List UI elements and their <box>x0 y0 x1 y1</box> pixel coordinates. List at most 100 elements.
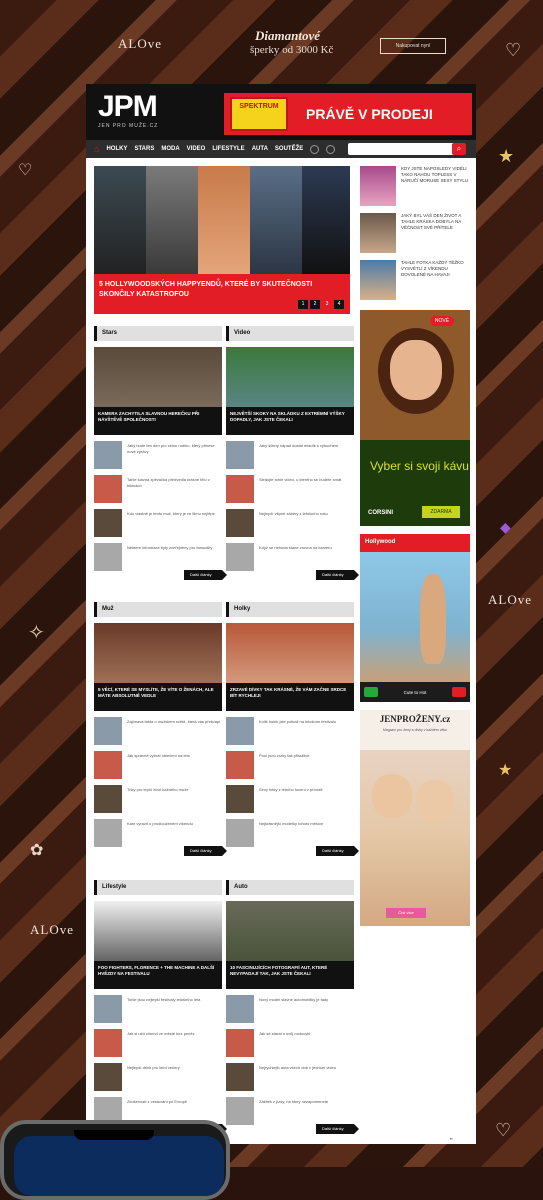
nav-item-auta[interactable]: AUTA <box>252 146 268 152</box>
section-featured-caption[interactable]: NEJVĚTŠÍ SKOKY NA SKLÁDKU Z EXTRÉMNÍ VÝŠ… <box>226 407 354 435</box>
more-articles-button[interactable]: Další články <box>316 570 359 580</box>
ad-cta-button[interactable]: Číst více <box>386 908 426 918</box>
list-item[interactable]: Sexy fotky z letního focení v přírodě <box>226 785 354 819</box>
pager-dot[interactable]: 4 <box>334 300 344 309</box>
pager-dot[interactable]: 2 <box>310 300 320 309</box>
promo-button[interactable]: Nakupovat nyní <box>380 38 446 54</box>
list-item[interactable]: Kolik holek jste potkali na letošním fes… <box>226 717 354 751</box>
alove-logo: ALOve <box>488 592 532 607</box>
site-logo-subtitle: JEN PRO MUŽE.CZ <box>98 123 159 129</box>
ad-title: JENPROŽENY.cz <box>379 714 451 724</box>
list-item[interactable]: Nejlepší vtipné záběry z letošního roku <box>226 509 354 543</box>
list-item[interactable]: KDY JSTE NAPOSLEDY VIDĚLI TAKO NAHOU TOP… <box>360 166 472 213</box>
list-item[interactable]: Proč jsou zrzky tak přitažlivé <box>226 751 354 785</box>
section-holky: Holky ZRZAVÉ DÍVKY TAK KRÁSNÉ, ŽE VÁM ZAČ… <box>226 602 359 862</box>
list-item-title: Nejlepší drink pro letní večery <box>127 1065 180 1070</box>
nav-item-video[interactable]: VIDEO <box>187 146 206 152</box>
section-featured-image[interactable]: KAMERA ZACHYTILA SLAVNOU HEREČKU PŘI NÁV… <box>94 347 222 435</box>
list-item[interactable]: Nový model slavné automobilky je tady <box>226 995 354 1029</box>
section-title[interactable]: Video <box>226 326 354 341</box>
section-list: Nový model slavné automobilky je tady Jak… <box>226 995 354 1131</box>
section-title[interactable]: Holky <box>226 602 354 617</box>
home-icon[interactable]: ⌂ <box>94 144 99 154</box>
main-nav: ⌂ HOLKY STARS MODA VIDEO LIFESTYLE AUTA … <box>86 140 476 158</box>
nav-item-souteze[interactable]: SOUTĚŽE <box>275 146 303 152</box>
box-photo-figure <box>420 574 446 664</box>
thumbnail <box>94 717 122 745</box>
section-featured-image[interactable]: ZRZAVÉ DÍVKY TAK KRÁSNÉ, ŽE VÁM ZAČNE SR… <box>226 623 354 711</box>
section-featured-image[interactable]: NEJVĚTŠÍ SKOKY NA SKLÁDKU Z EXTRÉMNÍ VÝŠ… <box>226 347 354 435</box>
list-item-title: Nejrychlejší auta všech dob v jednom vid… <box>259 1065 336 1070</box>
nav-item-lifestyle[interactable]: LIFESTYLE <box>212 146 244 152</box>
pager-dot[interactable]: 3 <box>322 300 332 309</box>
section-featured-image[interactable]: 5 VĚCÍ, KTERÉ SE MYSLÍTE, ŽE VÍTE O ŽENÁ… <box>94 623 222 711</box>
nav-item-holky[interactable]: HOLKY <box>106 146 127 152</box>
section-featured-image[interactable]: FOO FIGHTERS, FLORENCE + THE MACHINE A D… <box>94 901 222 989</box>
alove-logo: ALOve <box>30 922 74 937</box>
gem-pendant-icon: ◆ <box>500 520 511 536</box>
clover-pendant-icon: ✿ <box>30 840 44 859</box>
site-logo[interactable]: JPM <box>98 92 158 122</box>
list-item-title: Kolik holek jste potkali na letošním fes… <box>259 719 336 724</box>
thumbs-up-icon[interactable] <box>364 687 378 697</box>
list-item[interactable]: Jak se starat o svůj motocykl <box>226 1029 354 1063</box>
section-featured-caption[interactable]: FOO FIGHTERS, FLORENCE + THE MACHINE A D… <box>94 961 222 989</box>
pager-dot[interactable]: 1 <box>298 300 308 309</box>
footer-mark: ▪▪ <box>450 1136 453 1141</box>
list-item[interactable]: Tohle jsou nejlepší festivaly letošního … <box>94 995 222 1029</box>
section-featured-caption[interactable]: KAMERA ZACHYTILA SLAVNOU HEREČKU PŘI NÁV… <box>94 407 222 435</box>
list-item[interactable]: Jak si užít víkend ve městě bez peněz <box>94 1029 222 1063</box>
coffee-ad[interactable]: NOVÉ Vyber si svoji kávu CORSINI ZDARMA <box>360 310 470 526</box>
list-item[interactable]: Jaký šílený nápad dostal mladík s výbuch… <box>226 441 354 475</box>
section-title[interactable]: Lifestyle <box>94 880 222 895</box>
thumbs-down-icon[interactable] <box>451 687 466 697</box>
list-item[interactable]: JAKÝ BYL VÁŠ DEN ŽIVOT A TAHLE KRÁSKA DO… <box>360 213 472 260</box>
more-articles-button[interactable]: Další články <box>316 846 359 856</box>
search-icon[interactable]: ⌕ <box>452 143 466 155</box>
nav-item-stars[interactable]: STARS <box>134 146 154 152</box>
list-item[interactable]: Tahle slavná zpěvačka předvedla krásné t… <box>94 475 222 509</box>
thumbnail <box>226 819 254 847</box>
list-item-title: JAKÝ BYL VÁŠ DEN ŽIVOT A TAHLE KRÁSKA DO… <box>401 213 462 230</box>
more-articles-button[interactable]: Další články <box>316 1124 359 1134</box>
section-featured-caption[interactable]: 5 VĚCÍ, KTERÉ SE MYSLÍTE, ŽE VÍTE O ŽENÁ… <box>94 683 222 711</box>
header-banner-ad[interactable]: SPEKTRUM PRÁVĚ V PRODEJI <box>224 93 472 135</box>
section-title[interactable]: Stars <box>94 326 222 341</box>
list-item[interactable]: Nejlepší drink pro letní večery <box>94 1063 222 1097</box>
list-item[interactable]: Sledujte tohle video, u kterého se budet… <box>226 475 354 509</box>
hero-image <box>302 166 350 274</box>
hero-slider[interactable]: 5 HOLLYWOODSKÝCH HAPPYENDŮ, KTERÉ BY SKU… <box>94 166 350 314</box>
more-articles-button[interactable]: Další články <box>184 570 227 580</box>
thumbnail <box>94 1029 122 1057</box>
section-featured-caption[interactable]: ZRZAVÉ DÍVKY TAK KRÁSNÉ, ŽE VÁM ZAČNE SR… <box>226 683 354 711</box>
list-item[interactable]: Jaký bude ten den pro celou rodinu, kter… <box>94 441 222 475</box>
section-featured-image[interactable]: 10 FASCINUJÍCÍCH FOTOGRAFIÍ AUT, KTERÉ N… <box>226 901 354 989</box>
nav-item-moda[interactable]: MODA <box>161 146 179 152</box>
list-item[interactable]: Triky pro lepší život každého muže <box>94 785 222 819</box>
list-item-title: Jaký šílený nápad dostal mladík s výbuch… <box>259 443 339 448</box>
search-input[interactable] <box>348 143 464 155</box>
list-item-title: KDY JSTE NAPOSLEDY VIDĚLI TAKO NAHOU TOP… <box>401 166 469 183</box>
ad-brand: CORSINI <box>368 510 394 516</box>
more-articles-button[interactable]: Další články <box>184 846 227 856</box>
thumbnail <box>226 1029 254 1057</box>
jenprozeny-ad[interactable]: JENPROŽENY.cz Magazín pro ženy a dívky v… <box>360 710 470 926</box>
list-item-title: Triky pro lepší život každého muže <box>127 787 189 792</box>
list-item[interactable]: Jak správně vybrat oblečení na léto <box>94 751 222 785</box>
section-featured-caption[interactable]: 10 FASCINUJÍCÍCH FOTOGRAFIÍ AUT, KTERÉ N… <box>226 961 354 989</box>
section-title[interactable]: Muž <box>94 602 222 617</box>
facebook-icon[interactable] <box>310 144 320 154</box>
thumbnail <box>360 166 396 206</box>
list-item[interactable]: Nejrychlejší auta všech dob v jednom vid… <box>226 1063 354 1097</box>
list-item-title: Tahle slavná zpěvačka předvedla krásné t… <box>127 477 210 488</box>
section-title[interactable]: Auto <box>226 880 354 895</box>
list-item[interactable]: Kdo vlastně je tento muž, který je ve fi… <box>94 509 222 543</box>
instagram-icon[interactable] <box>326 144 336 154</box>
list-item[interactable]: TAHLE FOTKA KAŽDÝ TĚŽKO VYSVĚTLÍ Z VÍKEN… <box>360 260 472 307</box>
box-photo <box>360 552 470 682</box>
list-item-title: Sledujte tohle video, u kterého se budet… <box>259 477 342 482</box>
heart-pendant-icon: ♡ <box>495 1120 512 1141</box>
list-item[interactable]: Zajímavá fakta o mužském světě, která vá… <box>94 717 222 751</box>
ad-cta-button[interactable]: ZDARMA <box>422 506 460 518</box>
thumbnail <box>94 509 122 537</box>
